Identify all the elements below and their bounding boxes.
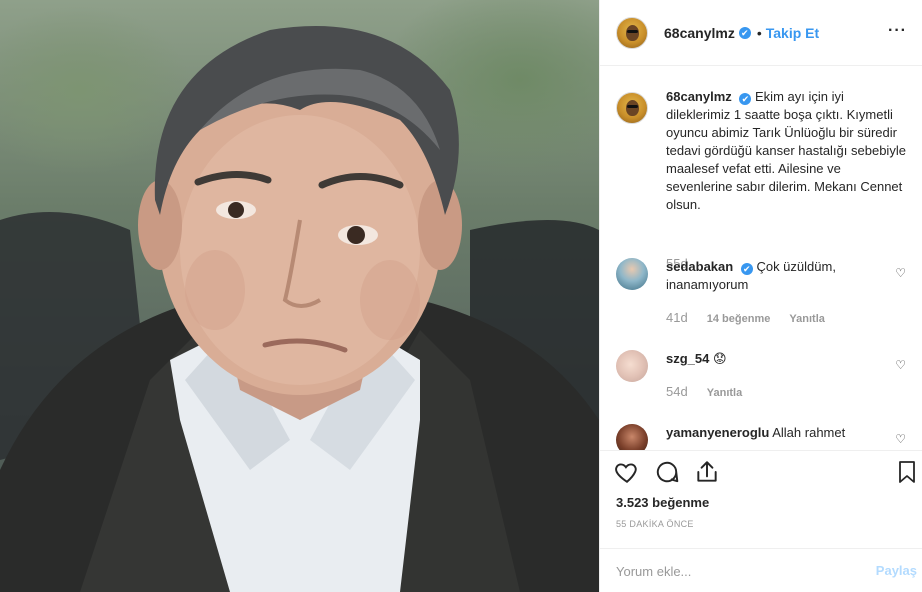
- comment-username[interactable]: yamanyeneroglu: [666, 425, 769, 440]
- caption-body: Ekim ayı için iyi dileklerimiz 1 saatte …: [666, 89, 906, 212]
- comment-username[interactable]: szg_54: [666, 351, 709, 366]
- comment-like-heart-icon[interactable]: ♡: [895, 358, 906, 372]
- portrait-illustration: [0, 26, 599, 592]
- caption-text-block: 68canylmz ✔ Ekim ayı için iyi dileklerim…: [666, 88, 910, 214]
- comment-meta: 41d 14 beğenme Yanıtla: [666, 310, 825, 325]
- add-comment-bar: Paylaş: [600, 548, 922, 592]
- comment-time[interactable]: 54d: [666, 384, 688, 399]
- share-icon[interactable]: [694, 459, 720, 490]
- comment-body: Allah rahmet: [772, 425, 846, 440]
- bookmark-icon[interactable]: [895, 459, 919, 490]
- caption-avatar[interactable]: [616, 92, 648, 124]
- post-photo[interactable]: [0, 0, 599, 592]
- comment-like-heart-icon[interactable]: ♡: [895, 432, 906, 446]
- reply-button[interactable]: Yanıtla: [789, 313, 824, 325]
- commenter-avatar[interactable]: [616, 424, 648, 450]
- separator-dot: •: [756, 24, 762, 41]
- comment-time[interactable]: 41d: [666, 310, 688, 325]
- follow-button[interactable]: Takip Et: [766, 25, 819, 41]
- more-options-icon[interactable]: ···: [888, 22, 907, 40]
- comment-text-block: sedabakan ✔ Çok üzüldüm, inanamıyorum: [666, 258, 876, 294]
- verified-badge-icon: ✔: [740, 263, 753, 275]
- post-sidebar: 68canylmz ✔ • Takip Et ··· 68canylmz ✔ E…: [599, 0, 922, 592]
- comment-item: szg_54 😟 ♡ 54d Yanıtla: [616, 350, 906, 410]
- comment-likes[interactable]: 14 beğenme: [707, 313, 771, 325]
- comment-item: sedabakan ✔ Çok üzüldüm, inanamıyorum ♡ …: [616, 258, 906, 328]
- comment-item: yamanyeneroglu Allah rahmet ♡: [616, 424, 906, 450]
- post-comment-button[interactable]: Paylaş: [876, 563, 917, 578]
- commenter-avatar[interactable]: [616, 350, 648, 382]
- comment-text-block: szg_54 😟: [666, 350, 876, 368]
- comment-icon[interactable]: [654, 459, 680, 490]
- heart-icon[interactable]: [614, 459, 640, 490]
- caption-username[interactable]: 68canylmz: [666, 89, 732, 104]
- verified-badge-icon: ✔: [739, 93, 752, 105]
- comment-like-heart-icon[interactable]: ♡: [895, 266, 906, 280]
- author-username[interactable]: 68canylmz: [664, 25, 735, 41]
- like-count[interactable]: 3.523 beğenme: [616, 495, 709, 510]
- verified-badge-icon: ✔: [738, 26, 751, 39]
- comment-meta: 54d Yanıtla: [666, 384, 742, 399]
- comments-list[interactable]: 68canylmz ✔ Ekim ayı için iyi dileklerim…: [600, 66, 922, 450]
- comment-input[interactable]: [616, 560, 846, 582]
- comment-text-block: yamanyeneroglu Allah rahmet: [666, 424, 876, 442]
- reply-button[interactable]: Yanıtla: [707, 387, 742, 399]
- comment-body: 😟: [713, 351, 727, 366]
- comment-username[interactable]: sedabakan: [666, 259, 733, 274]
- author-avatar[interactable]: [616, 16, 648, 49]
- commenter-avatar[interactable]: [616, 258, 648, 290]
- post-header: 68canylmz ✔ • Takip Et ···: [600, 0, 922, 66]
- post-timestamp[interactable]: 55 DAKİKA ÖNCE: [616, 519, 694, 529]
